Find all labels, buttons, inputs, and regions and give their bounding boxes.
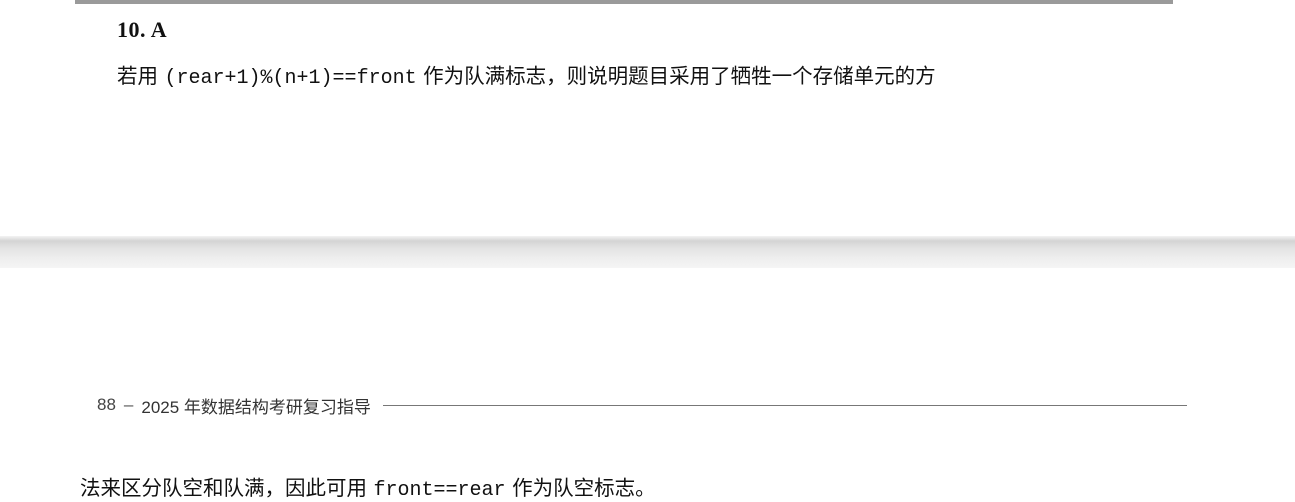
text-segment: 作为队满标志，则说明题目采用了牺牲一个存储单元的方	[423, 64, 936, 88]
footer-dash: –	[123, 395, 134, 414]
code-snippet-queue-full: (rear+1)%(n+1)==front	[164, 67, 417, 90]
code-snippet-queue-empty: front==rear	[373, 479, 506, 502]
text-segment: 若用	[117, 64, 158, 88]
page-number: 88	[97, 395, 116, 414]
text-segment: 作为队空标志。	[512, 476, 656, 500]
footer-rule-line	[382, 404, 1187, 406]
answer-text-line-1: 若用 (rear+1)%(n+1)==front 作为队满标志，则说明题目采用了…	[117, 59, 936, 90]
answer-heading: 10. A	[117, 17, 168, 42]
page-footer: 88 – 2025 年数据结构考研复习指导	[97, 393, 1187, 417]
page-separator	[0, 236, 1295, 268]
top-rule-line	[75, 0, 1173, 4]
text-segment: 法来区分队空和队满，因此可用	[80, 476, 367, 500]
book-title: 2025 年数据结构考研复习指导	[141, 397, 371, 417]
answer-text-line-2: 法来区分队空和队满，因此可用 front==rear 作为队空标志。	[80, 471, 656, 502]
